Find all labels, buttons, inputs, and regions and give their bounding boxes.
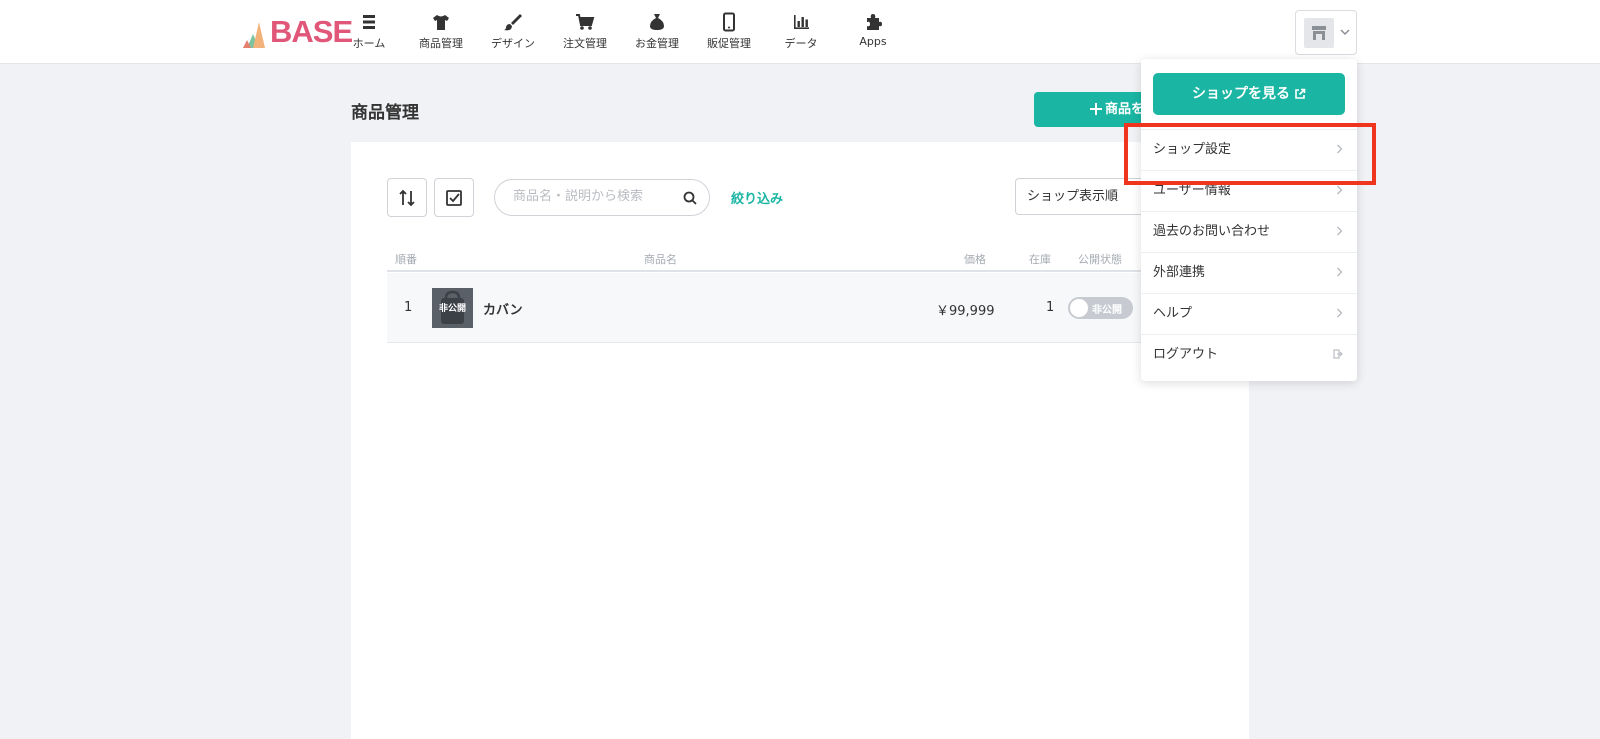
nav-apps[interactable]: Apps (837, 12, 909, 48)
chevron-right-icon (1337, 226, 1343, 236)
money-bag-icon (650, 14, 664, 30)
menu-item-past-inquiries[interactable]: 過去のお問い合わせ (1141, 211, 1357, 252)
sort-arrows-icon (399, 189, 415, 207)
menu-item-label: ショップ設定 (1153, 142, 1232, 157)
menu-item-label: 外部連携 (1153, 265, 1206, 280)
nav-data[interactable]: データ (765, 12, 837, 51)
nav-label: 注文管理 (563, 37, 607, 50)
menu-item-label: ログアウト (1153, 347, 1219, 362)
search-box (494, 179, 710, 216)
product-stock: 1 (1046, 300, 1055, 315)
nav-label: 商品管理 (419, 37, 463, 50)
nav-label: Apps (859, 35, 887, 48)
table-row[interactable]: 1 非公開 カバン ￥99,999 1 非公開 (387, 273, 1147, 343)
menu-item-label: ヘルプ (1153, 306, 1193, 321)
chevron-right-icon (1337, 144, 1343, 154)
product-thumbnail: 非公開 (432, 288, 473, 328)
nav-orders[interactable]: 注文管理 (549, 12, 621, 51)
external-link-icon (1295, 88, 1306, 99)
toggle-status-label: 非公開 (1092, 305, 1122, 316)
account-dropdown-menu: ショップを見る ショップ設定 ユーザー情報 過去のお問い合わせ 外部連携 ヘルプ… (1141, 59, 1357, 381)
view-shop-button[interactable]: ショップを見る (1153, 73, 1345, 115)
base-logo[interactable]: BASE (243, 16, 353, 48)
search-input[interactable] (513, 189, 673, 204)
view-shop-label: ショップを見る (1192, 86, 1290, 102)
list-icon (363, 15, 375, 29)
top-bar: BASE ホーム 商品管理 デザイン 注文管理 お金管理 販促管理 データ Ap… (0, 0, 1600, 64)
chevron-right-icon (1337, 267, 1343, 277)
nav-label: デザイン (491, 37, 535, 50)
bulk-select-button[interactable] (434, 178, 474, 217)
nav-label: データ (784, 37, 818, 50)
nav-promotion[interactable]: 販促管理 (693, 12, 765, 51)
menu-item-help[interactable]: ヘルプ (1141, 293, 1357, 334)
nav-label: お金管理 (635, 37, 679, 50)
chevron-down-icon (1340, 29, 1350, 36)
puzzle-icon (867, 14, 882, 30)
nav-money[interactable]: お金管理 (621, 12, 693, 51)
toggle-knob (1070, 299, 1088, 317)
plus-icon (1090, 103, 1102, 115)
column-header: 公開状態 (1078, 253, 1122, 266)
logout-icon (1333, 349, 1343, 359)
search-icon[interactable] (683, 191, 697, 205)
column-header: 在庫 (1029, 253, 1051, 266)
tent-icon (243, 22, 265, 48)
checkbox-icon (446, 190, 462, 206)
column-header: 商品名 (644, 253, 677, 266)
menu-item-label: ユーザー情報 (1153, 183, 1231, 198)
store-icon (1312, 26, 1326, 40)
menu-item-shop-settings[interactable]: ショップ設定 (1141, 129, 1357, 170)
column-header: 価格 (964, 253, 986, 266)
chevron-right-icon (1337, 308, 1343, 318)
tshirt-icon (433, 15, 449, 30)
nav-design[interactable]: デザイン (477, 12, 549, 51)
table-header: 順番 商品名 価格 在庫 公開状態 (387, 242, 1147, 272)
product-name[interactable]: カバン (483, 299, 523, 318)
row-order: 1 (404, 300, 413, 315)
page-title: 商品管理 (351, 103, 419, 123)
publish-toggle[interactable]: 非公開 (1068, 297, 1133, 319)
filter-link[interactable]: 絞り込み (731, 188, 783, 207)
thumbnail-status-label: 非公開 (438, 304, 466, 314)
nav-products[interactable]: 商品管理 (405, 12, 477, 51)
nav-home[interactable]: ホーム (333, 12, 405, 51)
shop-avatar (1304, 18, 1334, 48)
product-price: ￥99,999 (936, 304, 995, 319)
nav-label: 販促管理 (707, 37, 751, 50)
nav-label: ホーム (352, 37, 386, 50)
smartphone-icon (723, 12, 735, 32)
menu-item-logout[interactable]: ログアウト (1141, 334, 1357, 375)
shop-menu-button[interactable] (1295, 10, 1357, 55)
menu-item-user-info[interactable]: ユーザー情報 (1141, 170, 1357, 211)
menu-item-external-integration[interactable]: 外部連携 (1141, 252, 1357, 293)
bar-chart-icon (794, 15, 809, 29)
cart-icon (576, 14, 595, 30)
menu-item-label: 過去のお問い合わせ (1153, 224, 1271, 239)
sort-order-button[interactable] (387, 178, 427, 217)
brush-icon (504, 14, 522, 31)
add-product-label: 商品を (1105, 102, 1145, 117)
column-header: 順番 (395, 253, 417, 266)
chevron-right-icon (1337, 185, 1343, 195)
product-list-card: 絞り込み ショップ表示順 順番 商品名 価格 在庫 公開状態 1 非公開 カバン… (351, 142, 1249, 739)
